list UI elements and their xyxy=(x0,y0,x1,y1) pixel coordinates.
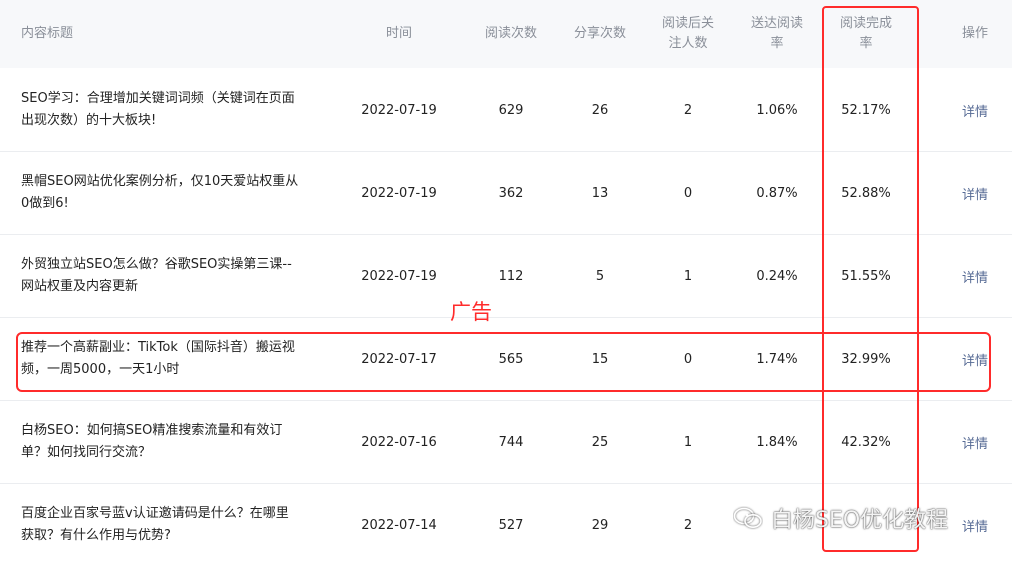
row-delivery-rate: 1.84% xyxy=(756,434,798,450)
row-title-line2: 出现次数）的十大板块! xyxy=(21,113,157,128)
ad-label: 广告 xyxy=(450,300,492,324)
row-follows: 2 xyxy=(683,102,693,118)
header-title: 内容标题 xyxy=(21,26,74,41)
header-complete-line1: 阅读完成 xyxy=(839,16,892,31)
row-follows: 0 xyxy=(683,351,693,367)
table-row: 黑帽SEO网站优化案例分析，仅10天爱站权重从 0做到6! 2022-07-19… xyxy=(0,152,1012,235)
row-title-line1: 白杨SEO：如何搞SEO精准搜索流量和有效订 xyxy=(21,423,283,438)
header-shares: 分享次数 xyxy=(573,26,626,41)
row-completion-rate: 42.32% xyxy=(841,434,891,450)
row-follows: 2 xyxy=(683,517,693,533)
details-link[interactable]: 详情 xyxy=(945,69,1005,151)
table-row: 白杨SEO：如何搞SEO精准搜索流量和有效订 单？如何找同行交流？ 2022-0… xyxy=(0,401,1012,484)
row-title: 黑帽SEO网站优化案例分析，仅10天爱站权重从 0做到6! xyxy=(21,152,336,234)
details-link[interactable]: 详情 xyxy=(945,235,1005,317)
row-time: 2022-07-16 xyxy=(361,434,437,450)
row-follows: 0 xyxy=(683,185,693,201)
row-shares: 15 xyxy=(591,351,609,367)
row-completion-rate: 52.88% xyxy=(841,185,891,201)
header-delivery-rate: 送达阅读 率 xyxy=(736,0,818,68)
row-follows: 1 xyxy=(683,434,693,450)
row-delivery-rate xyxy=(736,484,818,563)
header-complete-line2: 率 xyxy=(859,36,873,51)
row-delivery-rate: 0.24% xyxy=(756,268,798,284)
header-reads: 阅读次数 xyxy=(484,26,537,41)
row-title-line2: 0做到6! xyxy=(21,196,69,211)
header-delivery-line2: 率 xyxy=(770,36,784,51)
row-title-line1: 外贸独立站SEO怎么做？谷歌SEO实操第三课-- xyxy=(21,257,292,272)
row-reads: 565 xyxy=(498,351,524,367)
header-follows-line2: 注人数 xyxy=(668,36,708,51)
row-title: SEO学习：合理增加关键词词频（关键词在页面 出现次数）的十大板块! xyxy=(21,69,336,151)
row-completion-rate: 52.17% xyxy=(841,102,891,118)
row-title-line1: 百度企业百家号蓝v认证邀请码是什么？在哪里 xyxy=(21,506,289,521)
row-time: 2022-07-17 xyxy=(361,351,437,367)
row-time: 2022-07-19 xyxy=(361,268,437,284)
header-follows-line1: 阅读后关 xyxy=(661,16,714,31)
row-completion-rate: 51.55% xyxy=(841,268,891,284)
row-reads: 362 xyxy=(498,185,524,201)
row-time: 2022-07-19 xyxy=(361,185,437,201)
row-completion-rate xyxy=(826,484,906,563)
row-title-line1: 黑帽SEO网站优化案例分析，仅10天爱站权重从 xyxy=(21,174,299,189)
row-completion-rate: 32.99% xyxy=(841,351,891,367)
table-row: 推荐一个高薪副业：TikTok（国际抖音）搬运视 频，一周5000，一天1小时 … xyxy=(0,318,1012,401)
details-link[interactable]: 详情 xyxy=(945,318,1005,400)
article-stats-page: 内容标题 时间 阅读次数 分享次数 阅读后关 注人数 送达阅读 率 阅读完成 率… xyxy=(0,0,1012,563)
table-row: SEO学习：合理增加关键词词频（关键词在页面 出现次数）的十大板块! 2022-… xyxy=(0,69,1012,152)
header-delivery-line1: 送达阅读 xyxy=(750,16,803,31)
row-reads: 527 xyxy=(498,517,524,533)
row-follows: 1 xyxy=(683,268,693,284)
details-link[interactable]: 详情 xyxy=(945,401,1005,483)
header-time: 时间 xyxy=(385,26,412,41)
row-title-line2: 网站权重及内容更新 xyxy=(21,279,139,294)
row-reads: 629 xyxy=(498,102,524,118)
row-shares: 5 xyxy=(595,268,605,284)
row-title-line2: 频，一周5000，一天1小时 xyxy=(21,362,180,377)
row-title: 外贸独立站SEO怎么做？谷歌SEO实操第三课-- 网站权重及内容更新 xyxy=(21,235,336,317)
row-shares: 26 xyxy=(591,102,609,118)
row-title: 白杨SEO：如何搞SEO精准搜索流量和有效订 单？如何找同行交流？ xyxy=(21,401,336,483)
row-title-line2: 单？如何找同行交流？ xyxy=(21,445,152,460)
row-time: 2022-07-14 xyxy=(361,517,437,533)
row-title-line1: SEO学习：合理增加关键词词频（关键词在页面 xyxy=(21,91,295,106)
row-reads: 744 xyxy=(498,434,524,450)
row-delivery-rate: 1.06% xyxy=(756,102,798,118)
row-title: 推荐一个高薪副业：TikTok（国际抖音）搬运视 频，一周5000，一天1小时 xyxy=(21,318,336,400)
row-shares: 13 xyxy=(591,185,609,201)
header-follows: 阅读后关 注人数 xyxy=(650,0,726,68)
details-link[interactable]: 详情 xyxy=(945,484,1005,563)
row-title-line2: 获取？有什么作用与优势? xyxy=(21,528,171,543)
table-row: 外贸独立站SEO怎么做？谷歌SEO实操第三课-- 网站权重及内容更新 2022-… xyxy=(0,235,1012,318)
table-row: 百度企业百家号蓝v认证邀请码是什么？在哪里 获取？有什么作用与优势? 2022-… xyxy=(0,484,1012,563)
row-time: 2022-07-19 xyxy=(361,102,437,118)
header-action: 操作 xyxy=(961,26,988,41)
row-shares: 25 xyxy=(591,434,609,450)
table-header: 内容标题 时间 阅读次数 分享次数 阅读后关 注人数 送达阅读 率 阅读完成 率… xyxy=(0,0,1012,68)
row-shares: 29 xyxy=(591,517,609,533)
header-completion-rate: 阅读完成 率 xyxy=(826,0,906,68)
row-delivery-rate: 1.74% xyxy=(756,351,798,367)
row-delivery-rate: 0.87% xyxy=(756,185,798,201)
row-title-line1: 推荐一个高薪副业：TikTok（国际抖音）搬运视 xyxy=(21,340,295,355)
details-link[interactable]: 详情 xyxy=(945,152,1005,234)
row-title: 百度企业百家号蓝v认证邀请码是什么？在哪里 获取？有什么作用与优势? xyxy=(21,484,336,563)
